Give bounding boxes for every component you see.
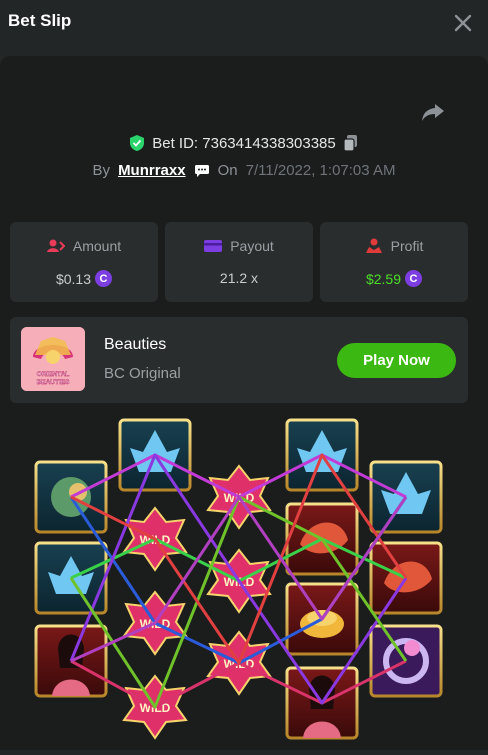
by-label: By [92,162,111,179]
amount-icon [46,239,65,252]
svg-text:ORIENTAL: ORIENTAL [37,371,70,378]
bet-datetime: 7/11/2022, 1:07:03 AM [245,162,396,179]
page-title: Bet Slip [8,11,72,30]
chat-icon [194,164,209,177]
game-name: Beauties [104,336,167,353]
profit-label: Profit [390,238,424,254]
coin-icon: C [405,270,423,287]
bet-byline: By Munrraxx On 7/11/2022, 1:07:03 AM [0,162,488,179]
stat-payout: Payout 21.2 x [165,222,313,302]
on-label: On [217,162,238,179]
payout-icon [204,240,223,252]
stats-row: Amount $0.13 C Payout 21.2 x Profit $2.5… [10,222,468,302]
game-card: ORIENTAL BEAUTIES Beauties BC Original P… [10,317,468,403]
amount-label: Amount [72,238,122,254]
bet-id-row: Bet ID: 7363414338303385 [0,134,488,152]
profit-value: $2.59 [365,270,402,287]
game-subtitle: BC Original [104,365,181,382]
copy-icon[interactable] [343,134,359,152]
stat-profit: Profit $2.59 C [320,222,468,302]
share-icon[interactable] [420,100,446,124]
close-icon[interactable] [450,10,476,36]
bet-id: Bet ID: 7363414338303385 [152,134,336,152]
play-now-button[interactable]: Play Now [337,343,456,378]
stat-amount: Amount $0.13 C [10,222,158,302]
profit-icon [365,238,382,253]
slot-board: WILD WILD WILD WILD WILD WILD [30,416,450,750]
shield-check-icon [130,135,145,151]
payout-value: 21.2 x [219,270,259,286]
coin-icon: C [95,270,113,287]
payout-label: Payout [230,238,274,254]
username-link[interactable]: Munrraxx [118,162,186,179]
top-bar: Bet Slip [0,0,488,46]
svg-text:BEAUTIES: BEAUTIES [37,379,71,386]
game-thumbnail[interactable]: ORIENTAL BEAUTIES [21,327,85,391]
amount-value: $0.13 [55,270,92,287]
